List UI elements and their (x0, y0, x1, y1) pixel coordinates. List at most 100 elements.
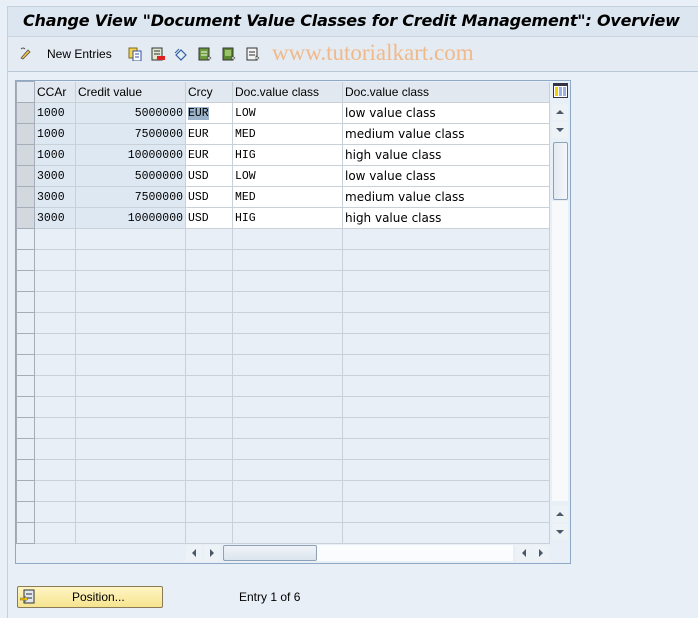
empty-table-row[interactable] (16, 501, 550, 523)
empty-cell[interactable] (34, 480, 76, 502)
empty-cell[interactable] (185, 501, 233, 523)
empty-cell[interactable] (75, 291, 186, 313)
column-header-credit-value[interactable]: Credit value (75, 81, 186, 103)
cell-crcy[interactable]: USD (185, 165, 233, 187)
empty-cell[interactable] (75, 270, 186, 292)
empty-cell[interactable] (34, 270, 76, 292)
empty-table-row[interactable] (16, 375, 550, 397)
empty-table-row[interactable] (16, 249, 550, 271)
empty-cell[interactable] (34, 396, 76, 418)
empty-cell[interactable] (342, 375, 550, 397)
empty-cell[interactable] (342, 417, 550, 439)
empty-cell[interactable] (342, 228, 550, 250)
empty-cell[interactable] (185, 249, 233, 271)
table-row[interactable]: 3000 5000000 USD LOW low value class (16, 165, 550, 187)
row-selector[interactable] (16, 438, 35, 460)
scroll-right-button[interactable] (204, 545, 220, 561)
column-header-doc-value-class-text[interactable]: Doc.value class (342, 81, 550, 103)
empty-cell[interactable] (232, 522, 343, 544)
row-selector[interactable] (16, 522, 35, 544)
horizontal-scroll-thumb[interactable] (223, 545, 317, 561)
cell-doc-value-class[interactable]: MED (232, 186, 343, 208)
scroll-down-button[interactable] (552, 122, 568, 138)
empty-cell[interactable] (232, 459, 343, 481)
empty-cell[interactable] (75, 417, 186, 439)
empty-cell[interactable] (342, 480, 550, 502)
empty-cell[interactable] (185, 480, 233, 502)
empty-cell[interactable] (342, 333, 550, 355)
row-selector[interactable] (16, 291, 35, 313)
row-selector[interactable] (16, 333, 35, 355)
row-selector[interactable] (16, 375, 35, 397)
empty-cell[interactable] (75, 501, 186, 523)
scroll-down-bottom-button[interactable] (552, 524, 568, 540)
empty-cell[interactable] (232, 438, 343, 460)
row-selector[interactable] (16, 207, 35, 229)
row-selector[interactable] (16, 396, 35, 418)
cell-ccar[interactable]: 3000 (34, 186, 76, 208)
scroll-left-end-button[interactable] (516, 545, 532, 561)
empty-cell[interactable] (34, 312, 76, 334)
empty-cell[interactable] (185, 312, 233, 334)
row-selector[interactable] (16, 102, 35, 124)
empty-table-row[interactable] (16, 522, 550, 544)
scroll-up-button[interactable] (552, 104, 568, 120)
empty-cell[interactable] (185, 438, 233, 460)
row-selector[interactable] (16, 123, 35, 145)
cell-doc-value-class[interactable]: LOW (232, 102, 343, 124)
empty-cell[interactable] (342, 270, 550, 292)
empty-table-row[interactable] (16, 312, 550, 334)
empty-cell[interactable] (232, 417, 343, 439)
row-selector[interactable] (16, 459, 35, 481)
empty-table-row[interactable] (16, 417, 550, 439)
empty-cell[interactable] (75, 228, 186, 250)
cell-doc-value-class[interactable]: HIG (232, 207, 343, 229)
cell-credit-value[interactable]: 5000000 (75, 165, 186, 187)
empty-cell[interactable] (232, 480, 343, 502)
empty-cell[interactable] (34, 354, 76, 376)
empty-table-row[interactable] (16, 438, 550, 460)
copy-icon[interactable] (128, 47, 142, 61)
empty-cell[interactable] (34, 438, 76, 460)
cell-doc-value-class-text[interactable]: low value class (342, 165, 550, 187)
cell-doc-value-class[interactable]: LOW (232, 165, 343, 187)
empty-cell[interactable] (34, 291, 76, 313)
empty-cell[interactable] (342, 354, 550, 376)
empty-cell[interactable] (342, 459, 550, 481)
cell-crcy[interactable]: EUR (185, 102, 233, 124)
empty-cell[interactable] (34, 333, 76, 355)
empty-cell[interactable] (34, 249, 76, 271)
empty-cell[interactable] (185, 522, 233, 544)
empty-cell[interactable] (75, 354, 186, 376)
empty-table-row[interactable] (16, 291, 550, 313)
cell-credit-value[interactable]: 7500000 (75, 123, 186, 145)
row-selector[interactable] (16, 354, 35, 376)
cell-ccar[interactable]: 1000 (34, 144, 76, 166)
display-change-icon[interactable] (19, 46, 33, 60)
row-selector[interactable] (16, 312, 35, 334)
empty-cell[interactable] (185, 375, 233, 397)
cell-doc-value-class-text[interactable]: high value class (342, 144, 550, 166)
empty-cell[interactable] (34, 501, 76, 523)
empty-cell[interactable] (34, 459, 76, 481)
cell-doc-value-class[interactable]: HIG (232, 144, 343, 166)
scroll-left-button[interactable] (186, 545, 202, 561)
empty-cell[interactable] (185, 333, 233, 355)
empty-table-row[interactable] (16, 480, 550, 502)
horizontal-scrollbar[interactable] (186, 545, 551, 561)
row-selector[interactable] (16, 165, 35, 187)
table-row[interactable]: 3000 7500000 USD MED medium value class (16, 186, 550, 208)
table-row[interactable]: 1000 7500000 EUR MED medium value class (16, 123, 550, 145)
cell-doc-value-class[interactable]: MED (232, 123, 343, 145)
empty-cell[interactable] (232, 375, 343, 397)
empty-cell[interactable] (75, 396, 186, 418)
empty-cell[interactable] (185, 417, 233, 439)
empty-cell[interactable] (232, 312, 343, 334)
empty-cell[interactable] (75, 249, 186, 271)
empty-table-row[interactable] (16, 459, 550, 481)
empty-cell[interactable] (342, 249, 550, 271)
cell-ccar[interactable]: 3000 (34, 165, 76, 187)
scroll-up-bottom-button[interactable] (552, 506, 568, 522)
new-entries-button[interactable]: New Entries (47, 47, 112, 61)
empty-cell[interactable] (232, 354, 343, 376)
